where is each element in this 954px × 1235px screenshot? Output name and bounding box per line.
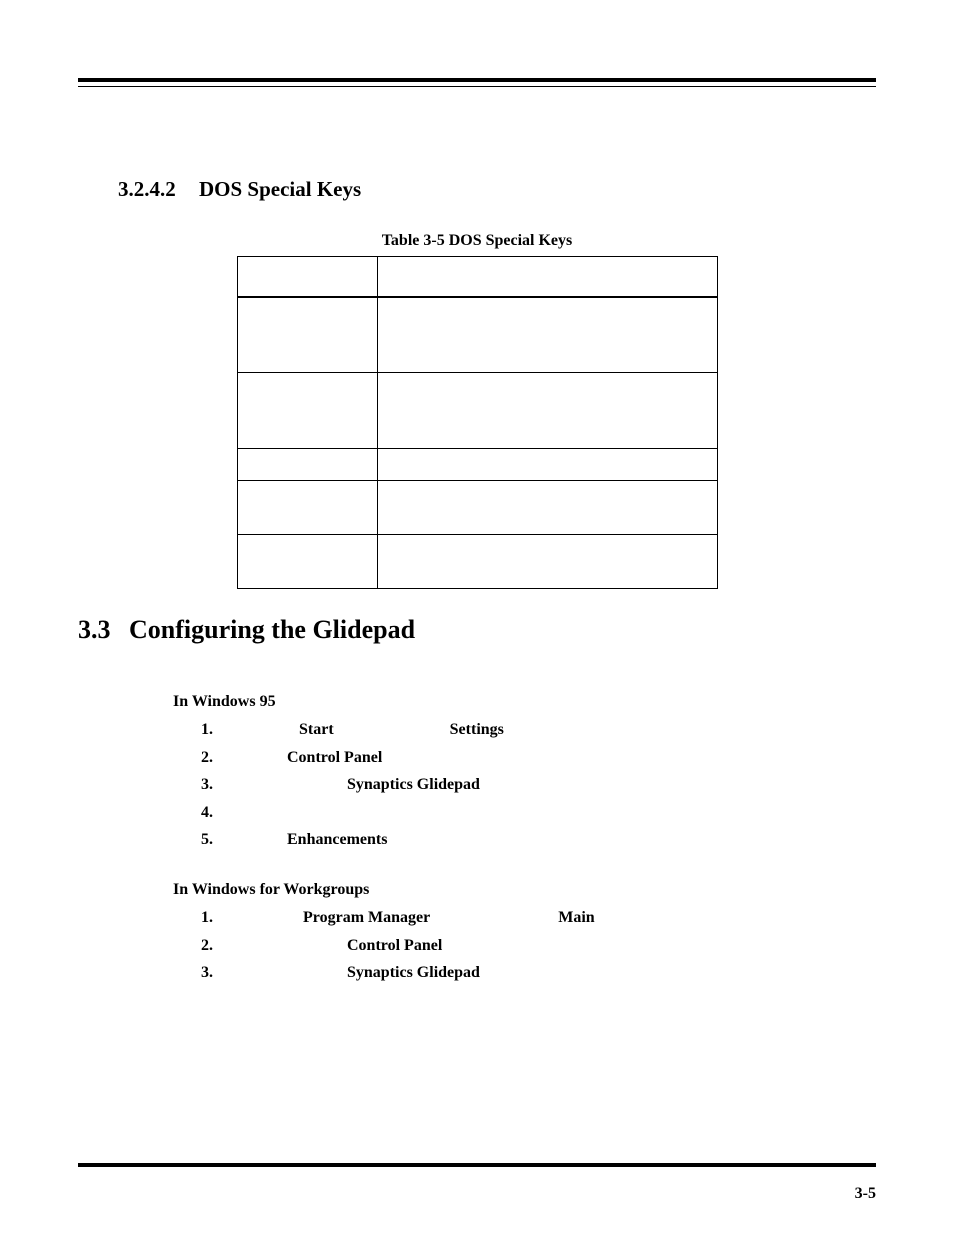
section-number: 3.3 bbox=[78, 615, 111, 645]
section-title: Configuring the Glidepad bbox=[129, 615, 415, 644]
top-rule-thick bbox=[78, 78, 876, 82]
list-item: Enhancements bbox=[201, 829, 876, 851]
list-item: Synaptics Glidepad bbox=[201, 774, 876, 796]
subsection-title: DOS Special Keys bbox=[199, 177, 361, 201]
page-number: 3-5 bbox=[855, 1185, 876, 1203]
list-item: Synaptics Glidepad bbox=[201, 962, 876, 984]
section-heading: 3.3 Configuring the Glidepad bbox=[78, 615, 876, 645]
list-item: Control Panel bbox=[201, 935, 876, 957]
table-wrapper bbox=[78, 256, 876, 589]
table-cell bbox=[377, 449, 717, 481]
table-cell bbox=[237, 297, 377, 373]
table-cell bbox=[237, 373, 377, 449]
subsection-number: 3.2.4.2 bbox=[118, 177, 176, 202]
table-header-cell bbox=[377, 257, 717, 297]
table-cell bbox=[237, 481, 377, 535]
wfw-steps: Program Manager Main Control Panel Sy bbox=[201, 907, 876, 984]
table-cell bbox=[377, 535, 717, 589]
keyword-main: Main bbox=[558, 909, 594, 926]
table-cell bbox=[377, 373, 717, 449]
keyword-control-panel: Control Panel bbox=[287, 749, 382, 766]
list-item: Start Settings bbox=[201, 719, 876, 741]
keyword-synaptics-glidepad: Synaptics Glidepad bbox=[347, 964, 480, 981]
keyword-program-manager: Program Manager bbox=[303, 909, 430, 926]
table-cell bbox=[237, 535, 377, 589]
win95-lead: In Windows 95 bbox=[173, 693, 876, 711]
table-cell bbox=[377, 481, 717, 535]
table-header-cell bbox=[237, 257, 377, 297]
list-item: Control Panel bbox=[201, 747, 876, 769]
keyword-settings: Settings bbox=[450, 721, 504, 738]
table-cell bbox=[377, 297, 717, 373]
wfw-lead: In Windows for Workgroups bbox=[173, 881, 876, 899]
body-content: In Windows 95 Start Settings Control Pan… bbox=[173, 693, 876, 984]
keyword-synaptics-glidepad: Synaptics Glidepad bbox=[347, 776, 480, 793]
keyword-enhancements: Enhancements bbox=[287, 831, 387, 848]
keyword-start: Start bbox=[299, 721, 334, 738]
bottom-rule-thick bbox=[78, 1163, 876, 1167]
list-item bbox=[201, 802, 876, 824]
page: 3.2.4.2 DOS Special Keys Table 3-5 DOS S… bbox=[0, 0, 954, 1235]
dos-special-keys-table bbox=[237, 256, 718, 589]
list-item: Program Manager Main bbox=[201, 907, 876, 929]
table-caption: Table 3-5 DOS Special Keys bbox=[78, 232, 876, 250]
win95-steps: Start Settings Control Panel Synaptics G… bbox=[201, 719, 876, 851]
table-cell bbox=[237, 449, 377, 481]
keyword-control-panel: Control Panel bbox=[347, 937, 442, 954]
subsection-heading: 3.2.4.2 DOS Special Keys bbox=[118, 177, 876, 202]
top-rule-thin bbox=[78, 86, 876, 87]
